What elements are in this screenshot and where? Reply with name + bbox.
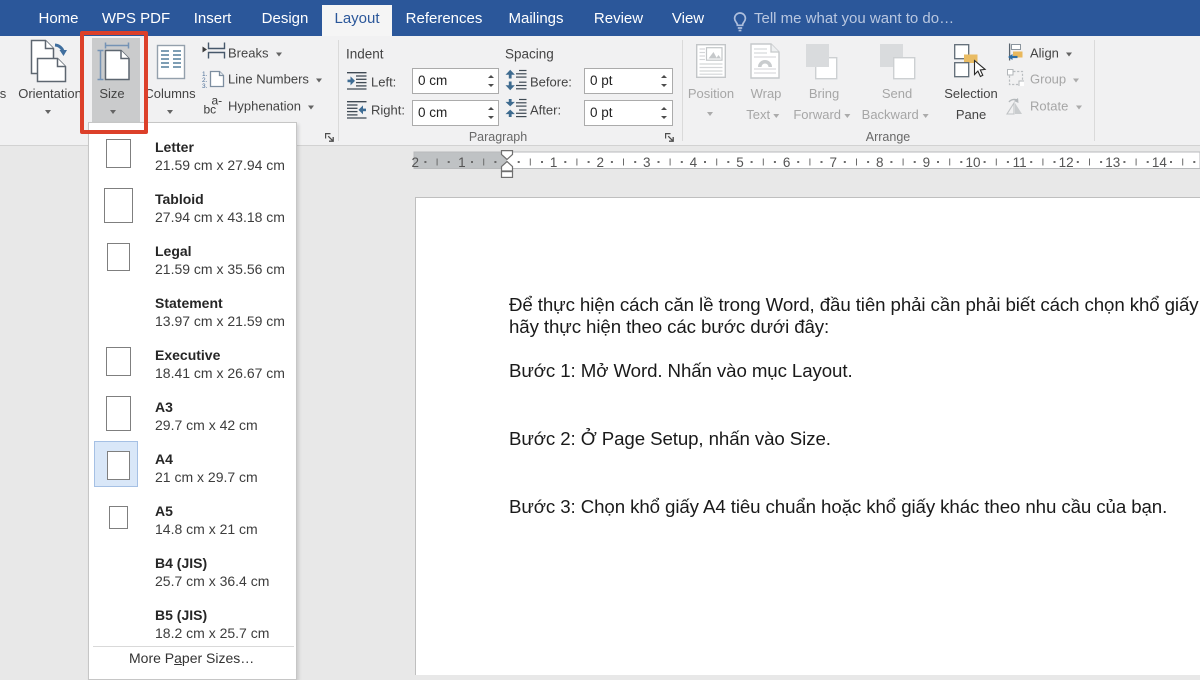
svg-text:9: 9	[923, 155, 931, 170]
svg-text:3: 3	[643, 155, 651, 170]
svg-text:1: 1	[458, 155, 466, 170]
svg-text:7: 7	[829, 155, 837, 170]
svg-text:bc: bc	[204, 103, 217, 116]
svg-text:14: 14	[1152, 155, 1168, 170]
svg-text:4: 4	[690, 155, 698, 170]
svg-text:5: 5	[736, 155, 744, 170]
svg-text:12: 12	[1059, 155, 1074, 170]
svg-text:1: 1	[550, 155, 558, 170]
svg-text:6: 6	[783, 155, 791, 170]
svg-text:3.: 3.	[202, 83, 208, 88]
svg-text:2: 2	[596, 155, 604, 170]
svg-text:2: 2	[412, 155, 420, 170]
svg-text:11: 11	[1013, 155, 1027, 170]
svg-text:8: 8	[876, 155, 884, 170]
svg-text:10: 10	[965, 155, 980, 170]
svg-text:13: 13	[1105, 155, 1120, 170]
